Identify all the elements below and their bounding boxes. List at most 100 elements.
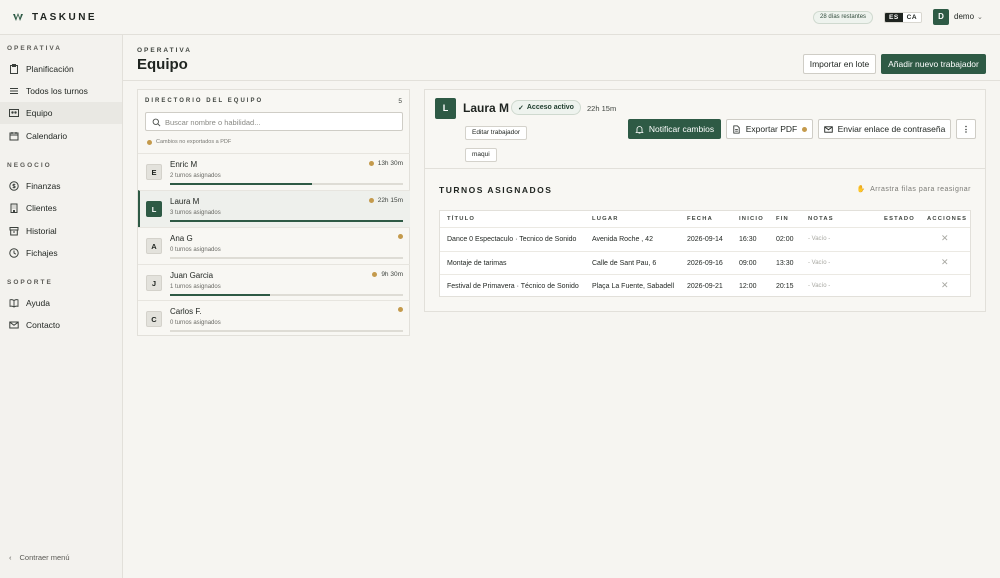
sidebar-item-equipo[interactable]: Equipo	[0, 102, 122, 124]
list-icon	[10, 88, 18, 94]
worker-avatar: J	[146, 275, 162, 291]
worker-detail-panel: L Laura M ✓ Acceso activo 22h 15m Editar…	[424, 89, 986, 312]
chevron-left-icon: ‹	[9, 553, 12, 562]
directory-search	[145, 112, 403, 131]
worker-name: Enric M	[170, 160, 198, 169]
cell-end: 02:00	[776, 236, 794, 243]
sidebar-section-negocio: NEGOCIO	[7, 162, 52, 169]
detail-divider	[425, 168, 985, 169]
sidebar-item-planificacion[interactable]: Planificación	[0, 58, 122, 80]
warning-dot-icon	[398, 307, 403, 312]
calendar-icon	[9, 132, 19, 141]
cell-place: Avenida Roche , 42	[592, 236, 653, 243]
warning-dot-icon	[368, 198, 374, 203]
sidebar-item-finanzas[interactable]: Finanzas	[0, 175, 122, 197]
directory-count: 5	[398, 98, 402, 105]
hand-icon: ✋	[856, 186, 867, 193]
user-menu-name[interactable]: demo	[954, 12, 974, 21]
worker-avatar: E	[146, 164, 162, 180]
worker-progress-bar	[170, 294, 403, 296]
sidebar-item-label: Calendario	[26, 131, 68, 141]
sidebar-item-calendario[interactable]: Calendario	[0, 125, 122, 147]
notify-changes-button[interactable]: Notificar cambios	[628, 119, 721, 139]
app-logo[interactable]: TASKUNE	[12, 11, 97, 23]
worker-row-selected[interactable]: L Laura M 3 turnos asignados 22h 15m	[138, 190, 410, 227]
sidebar-item-historial[interactable]: Historial	[0, 220, 122, 242]
sidebar-item-todos-los-turnos[interactable]: Todos los turnos	[0, 80, 122, 102]
warning-dot-icon	[147, 139, 152, 145]
cell-date: 2026-09-21	[687, 283, 723, 290]
search-input[interactable]	[165, 116, 395, 128]
remove-shift-icon[interactable]: ✕	[941, 233, 949, 244]
worker-hours: 22h 15m	[368, 197, 403, 204]
worker-row[interactable]: E Enric M 2 turnos asignados 13h 30m	[138, 153, 410, 190]
lang-ca-button[interactable]: CA	[902, 13, 922, 22]
send-password-link-button[interactable]: Enviar enlace de contraseña	[818, 119, 951, 139]
column-header-actions: ACCIONES	[927, 216, 968, 222]
column-header-status: ESTADO	[884, 216, 915, 222]
sidebar-item-label: Todos los turnos	[26, 86, 88, 96]
edit-worker-button[interactable]: Editar trabajador	[465, 126, 528, 140]
column-header-notes: NOTAS	[808, 216, 834, 222]
remove-shift-icon[interactable]: ✕	[941, 280, 949, 291]
book-icon	[9, 299, 19, 308]
sidebar-item-label: Ayuda	[26, 298, 50, 308]
column-header-date: FECHA	[687, 216, 713, 222]
send-password-link-label: Enviar enlace de contraseña	[837, 124, 946, 134]
team-directory-panel: DIRECTORIO DEL EQUIPO 5 Cambios no expor…	[137, 89, 410, 336]
header-divider	[123, 80, 1000, 81]
worker-row[interactable]: C Carlos F. 0 turnos asignados	[138, 300, 410, 337]
worker-hours-value: 13h 30m	[377, 160, 403, 167]
sidebar-section-soporte: SOPORTE	[7, 279, 53, 286]
app-name: TASKUNE	[32, 11, 98, 23]
collapse-menu-button[interactable]: ‹ Contraer menú	[9, 553, 70, 562]
add-worker-label: Añadir nuevo trabajador	[888, 59, 979, 69]
sidebar-item-ayuda[interactable]: Ayuda	[0, 292, 122, 314]
search-icon	[152, 118, 161, 127]
worker-row[interactable]: A Ana G 0 turnos asignados	[138, 227, 410, 264]
access-status-label: Acceso activo	[526, 104, 574, 111]
worker-shift-count: 2 turnos asignados	[170, 173, 221, 179]
mail-icon	[9, 321, 19, 329]
worker-progress-bar	[170, 220, 403, 222]
worker-name: Laura M	[170, 197, 200, 206]
cell-place: Plaça La Fuente, Sabadell	[592, 283, 675, 290]
logo-icon	[13, 13, 23, 21]
dollar-icon	[9, 181, 19, 191]
table-row[interactable]: Montaje de tarimas Calle de Sant Pau, 6 …	[440, 251, 970, 274]
warning-dot-icon	[368, 161, 374, 166]
add-worker-button[interactable]: Añadir nuevo trabajador	[881, 54, 986, 74]
worker-row[interactable]: J Juan Garcia 1 turnos asignados 9h 30m	[138, 264, 410, 301]
cell-start: 16:30	[739, 236, 757, 243]
more-options-button[interactable]: ⋮	[956, 119, 976, 139]
sidebar-item-contacto[interactable]: Contacto	[0, 314, 122, 336]
sidebar-item-fichajes[interactable]: Fichajes	[0, 242, 122, 264]
worker-shift-count: 1 turnos asignados	[170, 284, 221, 290]
page-kicker: OPERATIVA	[137, 47, 192, 54]
column-header-end: FIN	[776, 216, 789, 222]
table-row[interactable]: Dance 0 Espectaculo · Tecnico de Sonido …	[440, 227, 970, 250]
chevron-down-icon[interactable]: ⌄	[977, 13, 983, 21]
sidebar-item-label: Historial	[26, 226, 57, 236]
directory-title: DIRECTORIO DEL EQUIPO	[145, 98, 264, 104]
remove-shift-icon[interactable]: ✕	[941, 257, 949, 268]
export-pdf-label: Exportar PDF	[745, 124, 798, 134]
assigned-shifts-title: TURNOS ASIGNADOS	[439, 185, 553, 195]
user-avatar[interactable]: D	[933, 9, 949, 25]
sidebar-item-clientes[interactable]: Clientes	[0, 197, 122, 219]
page-title: Equipo	[137, 56, 188, 73]
worker-shift-count: 0 turnos asignados	[170, 247, 221, 253]
more-vertical-icon: ⋮	[961, 123, 971, 134]
mail-icon	[823, 125, 833, 133]
lang-es-button[interactable]: ES	[885, 13, 903, 22]
import-batch-button[interactable]: Importar en lote	[803, 54, 876, 74]
cell-start: 12:00	[739, 283, 757, 290]
bell-icon	[635, 125, 644, 134]
cell-date: 2026-09-14	[687, 236, 723, 243]
worker-progress-bar	[170, 330, 403, 332]
export-pdf-button[interactable]: Exportar PDF	[726, 119, 813, 139]
import-batch-label: Importar en lote	[809, 59, 870, 69]
worker-name: Carlos F.	[170, 307, 202, 316]
detail-hours: 22h 15m	[587, 104, 617, 113]
table-row[interactable]: Festival de Primavera · Técnico de Sonid…	[440, 274, 970, 297]
